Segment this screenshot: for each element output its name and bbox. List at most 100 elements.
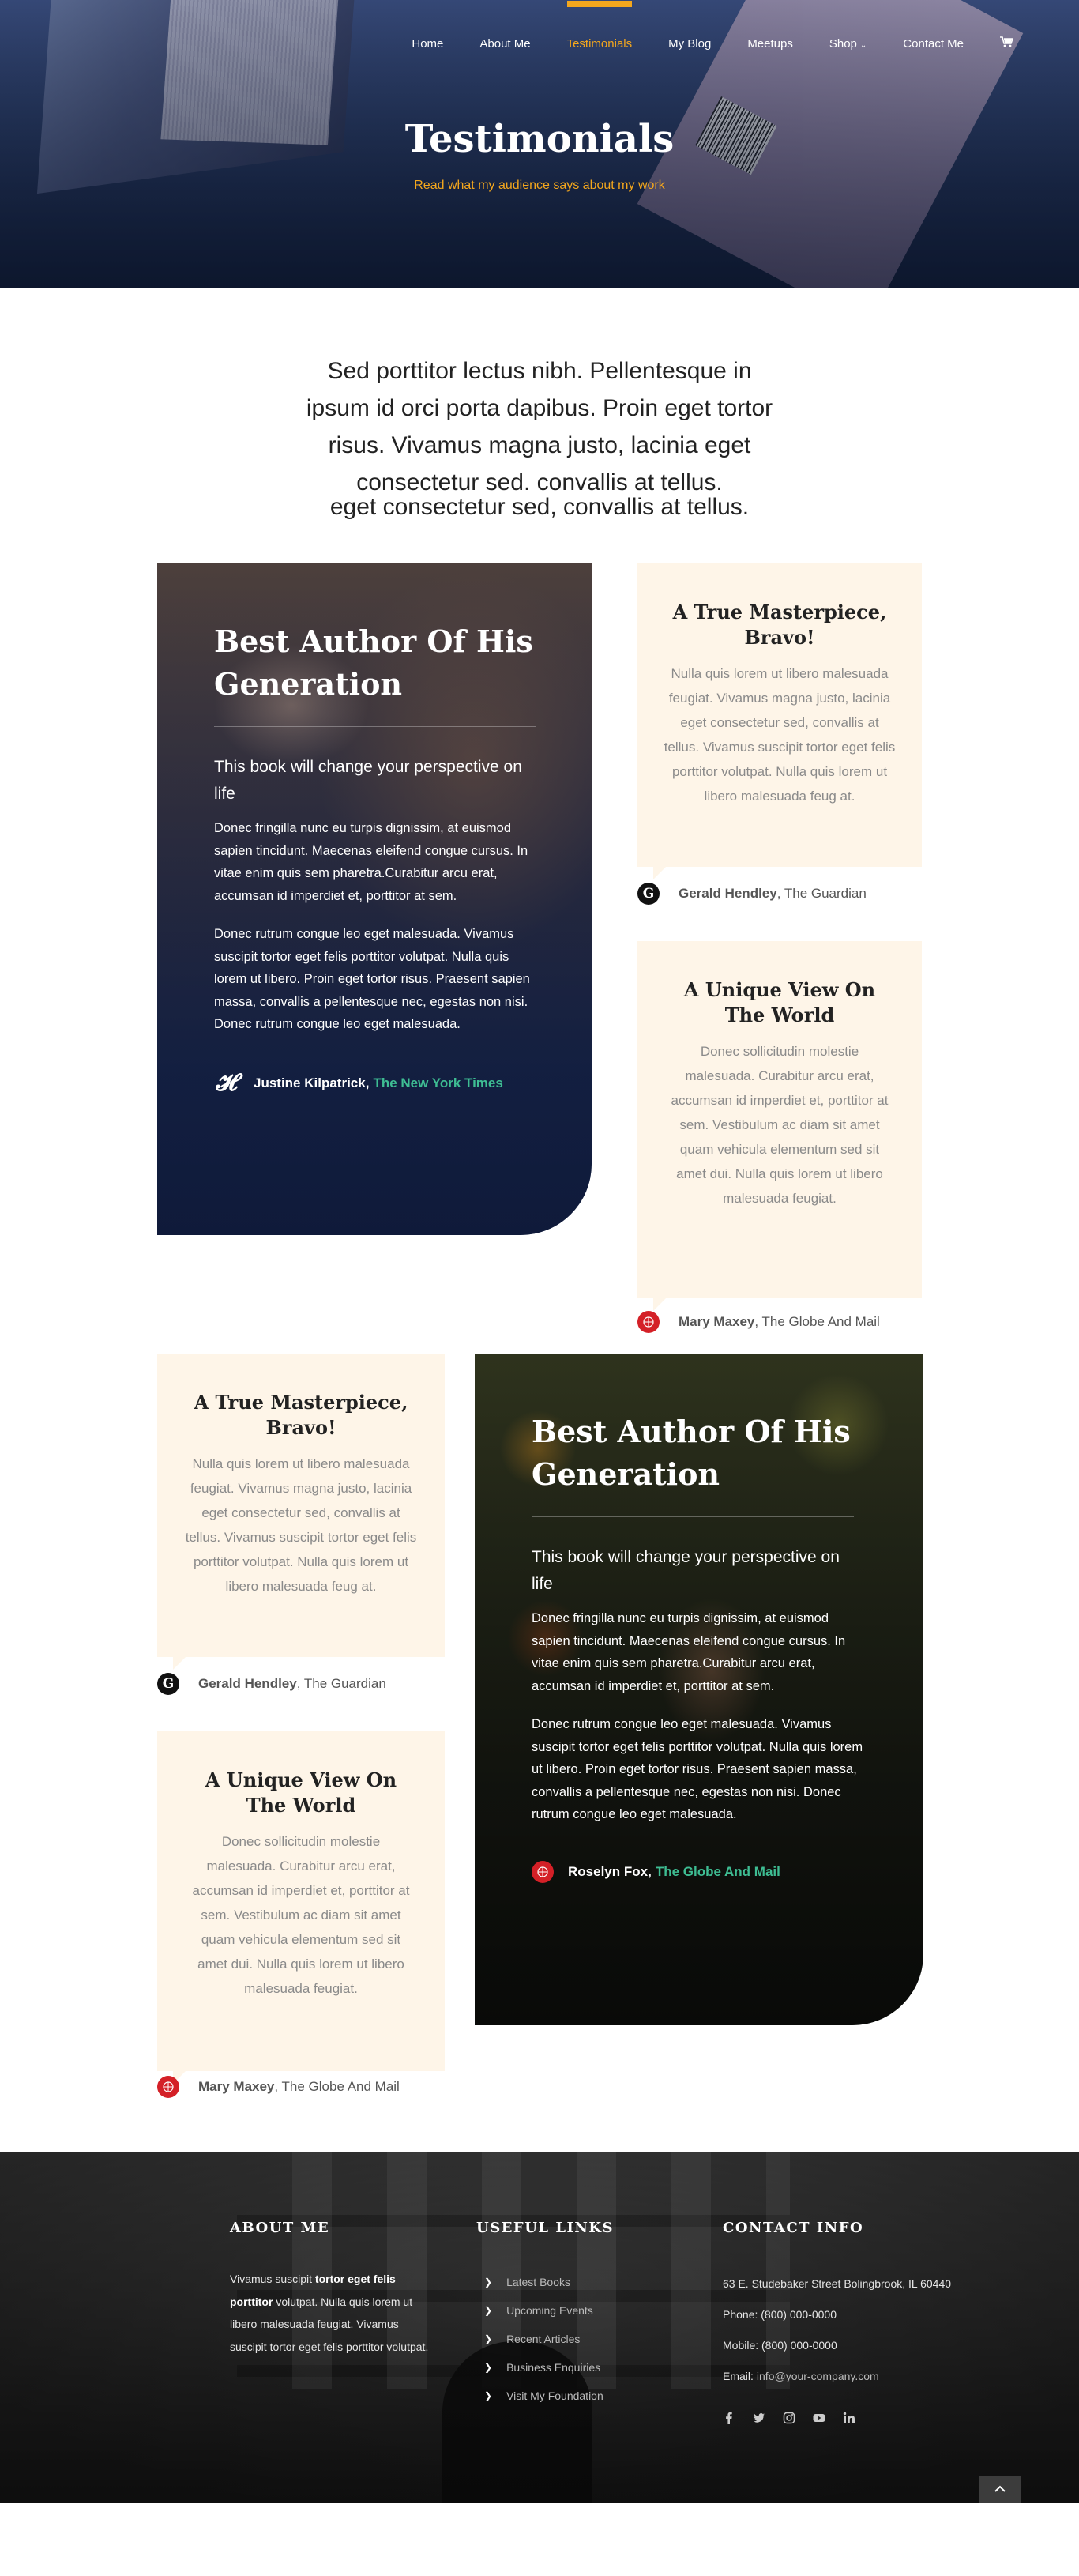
feature-testimonial: Best Author Of His Generation This book … <box>475 1354 923 2025</box>
guardian-logo-icon: G <box>637 883 660 905</box>
nav-testimonials[interactable]: Testimonials <box>566 0 632 51</box>
publication-name: , The Guardian <box>776 886 867 901</box>
facebook-icon[interactable] <box>723 2412 735 2424</box>
nav-home[interactable]: Home <box>412 37 443 51</box>
linkedin-icon[interactable] <box>843 2412 855 2424</box>
about-text-start: Vivamus suscipit <box>230 2273 315 2285</box>
page-title: Testimonials <box>404 117 675 161</box>
footer-link-upcoming-events[interactable]: ❯ Upcoming Events <box>476 2296 614 2325</box>
nav-about-me[interactable]: About Me <box>479 37 530 51</box>
guardian-logo-icon: G <box>157 1673 179 1695</box>
author-name: Mary Maxey <box>679 1314 755 1329</box>
chevron-down-icon: ⌄ <box>859 40 867 50</box>
card-attribution: G Gerald Hendley, The Guardian <box>637 883 867 905</box>
publication-name: , The Globe And Mail <box>274 2079 400 2094</box>
contact-email-link[interactable]: info@your-company.com <box>757 2370 879 2382</box>
footer-link-label: Visit My Foundation <box>506 2390 603 2402</box>
card-attribution: G Gerald Hendley, The Guardian <box>157 1673 386 1695</box>
testimonial-card: A Unique View On The World Donec sollici… <box>157 1731 445 2084</box>
publication-name: , The Guardian <box>296 1676 386 1691</box>
testimonial-card: A Unique View On The World Donec sollici… <box>637 941 922 1311</box>
card-body: Nulla quis lorem ut libero malesuada feu… <box>664 666 896 804</box>
contact-phone: Phone: (800) 000-0000 <box>723 2307 837 2321</box>
chevron-right-icon: ❯ <box>484 2362 493 2373</box>
intro-duplicate-line: eget consectetur sed, convallis at tellu… <box>329 494 750 520</box>
page-subtitle: Read what my audience says about my work <box>414 179 665 192</box>
instagram-icon[interactable] <box>783 2412 795 2424</box>
feature-paragraph-2: Donec rutrum congue leo eget malesuada. … <box>532 1717 863 1821</box>
nav-my-blog[interactable]: My Blog <box>668 37 711 51</box>
nav-shop-label: Shop <box>829 36 857 51</box>
back-to-top-button[interactable] <box>979 2476 1021 2503</box>
author-name: Roselyn Fox, <box>568 1863 652 1879</box>
globe-mail-logo-icon <box>157 2076 179 2098</box>
feature-paragraph-2: Donec rutrum congue leo eget malesuada. … <box>214 927 530 1031</box>
author-name: Gerald Hendley <box>198 1676 297 1691</box>
cart-button[interactable] <box>1000 36 1013 51</box>
testimonial-card: A True Masterpiece, Bravo! Nulla quis lo… <box>157 1354 445 1670</box>
card-attribution: Mary Maxey, The Globe And Mail <box>637 1311 880 1333</box>
contact-email-row: Email: info@your-company.com <box>723 2360 951 2391</box>
footer-link-label: Upcoming Events <box>506 2304 593 2317</box>
footer-link-visit-foundation[interactable]: ❯ Visit My Foundation <box>476 2382 614 2410</box>
main-nav: Home About Me Testimonials My Blog Meetu… <box>0 0 1079 92</box>
intro-paragraph: Sed porttitor lectus nibh. Pellentesque … <box>306 358 773 495</box>
feature-paragraph-1: Donec fringilla nunc eu turpis dignissim… <box>214 821 528 903</box>
testimonials-row-1: Best Author Of His Generation This book … <box>0 563 1079 1354</box>
chevron-up-icon <box>994 2485 1006 2492</box>
footer-link-label: Latest Books <box>506 2276 570 2288</box>
contact-mobile: Mobile: (800) 000-0000 <box>723 2338 837 2352</box>
hero-banner: Home About Me Testimonials My Blog Meetu… <box>0 0 1079 288</box>
nav-meetups[interactable]: Meetups <box>747 37 793 51</box>
footer-contact-heading: CONTACT INFO <box>723 2220 864 2236</box>
nav-shop[interactable]: Shop ⌄ <box>829 37 867 51</box>
feature-title: Best Author Of His Generation <box>214 623 533 702</box>
feature-testimonial: Best Author Of His Generation This book … <box>157 563 592 1235</box>
publication-name: , The Globe And Mail <box>754 1314 880 1329</box>
author-name: Justine Kilpatrick, <box>254 1075 370 1090</box>
nyt-logo-icon: 𝓗 <box>216 1069 238 1097</box>
card-title: A Unique View On The World <box>205 1768 397 1817</box>
footer-link-latest-books[interactable]: ❯ Latest Books <box>476 2268 614 2296</box>
feature-lead: This book will change your perspective o… <box>214 758 522 803</box>
twitter-icon[interactable] <box>753 2412 765 2424</box>
card-body: Nulla quis lorem ut libero malesuada feu… <box>185 1456 417 1594</box>
card-title: A True Masterpiece, Bravo! <box>672 601 887 649</box>
testimonial-card: A True Masterpiece, Bravo! Nulla quis lo… <box>637 563 922 879</box>
feature-lead: This book will change your perspective o… <box>532 1548 840 1593</box>
cart-icon <box>1000 36 1013 47</box>
feature-title: Best Author Of His Generation <box>532 1414 851 1492</box>
feature-paragraph-1: Donec fringilla nunc eu turpis dignissim… <box>532 1611 846 1693</box>
footer-about-text: Vivamus suscipit tortor eget felis portt… <box>230 2268 435 2358</box>
footer-link-recent-articles[interactable]: ❯ Recent Articles <box>476 2325 614 2353</box>
card-attribution: Mary Maxey, The Globe And Mail <box>157 2076 400 2098</box>
testimonials-row-2: A True Masterpiece, Bravo! Nulla quis lo… <box>0 1354 1079 2152</box>
card-title: A True Masterpiece, Bravo! <box>194 1391 408 1439</box>
card-body: Donec sollicitudin molestie malesuada. C… <box>192 1834 410 1996</box>
divider <box>532 1516 854 1517</box>
chevron-right-icon: ❯ <box>484 2333 493 2344</box>
feature-byline: 𝓗 Justine Kilpatrick, The New York Times <box>214 1069 538 1097</box>
footer-about: ABOUT ME Vivamus suscipit tortor eget fe… <box>230 2220 435 2358</box>
author-name: Gerald Hendley <box>679 886 777 901</box>
card-body: Donec sollicitudin molestie malesuada. C… <box>671 1044 889 1206</box>
globe-mail-logo-icon <box>637 1311 660 1333</box>
publication-name[interactable]: The Globe And Mail <box>656 1864 780 1880</box>
youtube-icon[interactable] <box>813 2412 825 2424</box>
divider <box>214 726 536 727</box>
footer-link-label: Recent Articles <box>506 2333 581 2345</box>
footer-link-label: Business Enquiries <box>506 2361 601 2374</box>
nav-contact-me[interactable]: Contact Me <box>903 37 964 51</box>
footer-about-heading: ABOUT ME <box>230 2220 330 2236</box>
contact-email-label: Email: <box>723 2369 754 2382</box>
author-name: Mary Maxey <box>198 2079 275 2094</box>
footer-links-heading: USEFUL LINKS <box>476 2220 614 2236</box>
publication-name[interactable]: The New York Times <box>373 1075 502 1091</box>
chevron-right-icon: ❯ <box>484 2305 493 2316</box>
footer-link-business-enquiries[interactable]: ❯ Business Enquiries <box>476 2353 614 2382</box>
chevron-right-icon: ❯ <box>484 2277 493 2288</box>
social-links <box>723 2402 951 2433</box>
card-title: A Unique View On The World <box>683 978 876 1026</box>
feature-byline: Roselyn Fox, The Globe And Mail <box>532 1860 863 1883</box>
footer-links: USEFUL LINKS ❯ Latest Books ❯ Upcoming Eve… <box>476 2220 614 2410</box>
